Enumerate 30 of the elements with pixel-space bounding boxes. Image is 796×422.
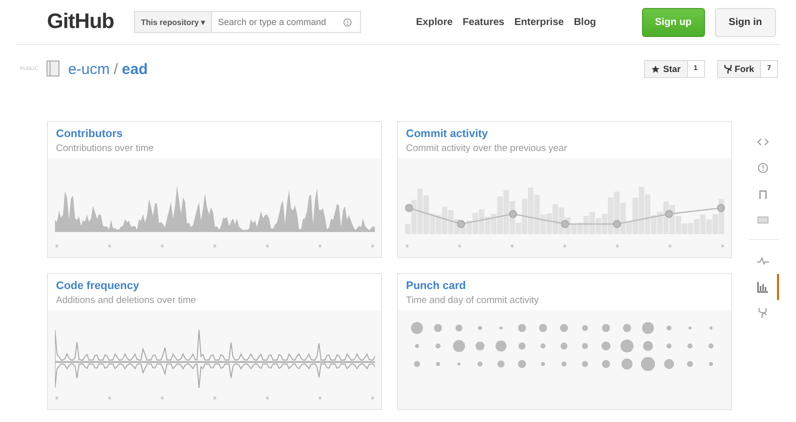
bar-chart-icon: [757, 281, 769, 293]
graph-title-link[interactable]: Code frequency: [56, 280, 373, 292]
graph-subtitle: Time and day of commit activity: [406, 295, 540, 306]
scope-dropdown[interactable]: This repository ▾: [134, 12, 212, 32]
fork-icon: [724, 64, 732, 74]
nav-link[interactable]: Enterprise: [514, 16, 564, 28]
nav-link[interactable]: Blog: [574, 16, 596, 28]
graph-subtitle: Additions and deletions over time: [56, 295, 197, 306]
help-icon[interactable]: [342, 18, 352, 26]
search-field[interactable]: This repository ▾ Search or type a command: [134, 11, 361, 33]
fork-button[interactable]: Fork: [716, 60, 762, 78]
graph-title-link[interactable]: Punch card: [406, 280, 723, 292]
github-logo[interactable]: GitHub: [47, 10, 114, 34]
path-separator: /: [114, 60, 118, 78]
pulse-icon: [757, 255, 769, 267]
star-button[interactable]: Star: [644, 60, 688, 78]
repo-owner-link[interactable]: e-ucm: [68, 60, 110, 78]
graph-title-link[interactable]: Contributors: [56, 128, 373, 140]
nav-link[interactable]: Explore: [416, 16, 453, 28]
repo-name-link[interactable]: ead: [122, 60, 148, 78]
pull-request-icon: [757, 188, 769, 200]
graph-subtitle: Commit activity over the previous year: [406, 143, 568, 154]
nav-link[interactable]: Features: [462, 16, 504, 28]
angle-brackets-icon: [757, 136, 769, 148]
fork-icon: [757, 307, 769, 319]
sign-in-button[interactable]: Sign in: [714, 8, 776, 36]
graph-title-link[interactable]: Commit activity: [406, 128, 723, 140]
circle-exclamation-icon: [757, 162, 769, 174]
graph-subtitle: Contributions over time: [56, 143, 155, 154]
star-icon: [651, 64, 660, 74]
